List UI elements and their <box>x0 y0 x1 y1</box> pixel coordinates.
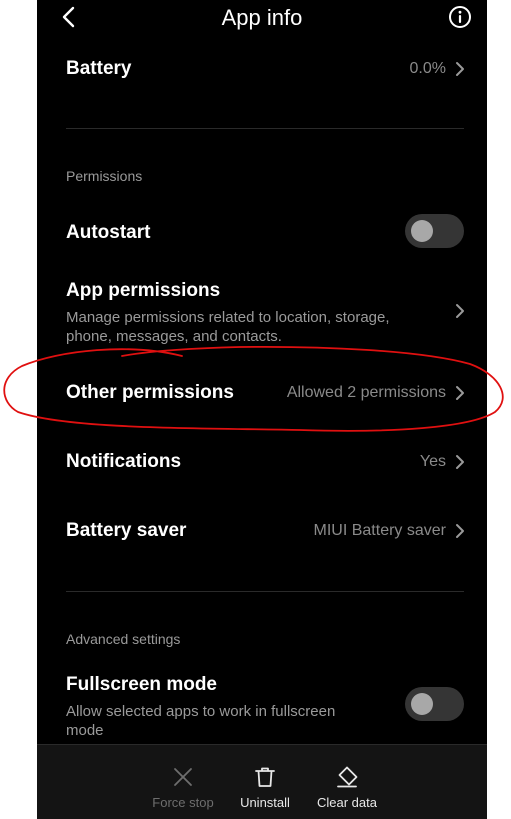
battery-saver-row[interactable]: Battery saver MIUI Battery saver <box>37 511 487 551</box>
fullscreen-toggle[interactable] <box>405 687 464 721</box>
battery-value: 0.0% <box>409 60 446 77</box>
info-button[interactable] <box>448 5 472 29</box>
other-permissions-value: Allowed 2 permissions <box>286 384 446 401</box>
header: App info <box>37 0 487 36</box>
battery-saver-title: Battery saver <box>66 520 187 541</box>
uninstall-button[interactable]: Uninstall <box>225 745 305 819</box>
uninstall-label: Uninstall <box>240 795 290 810</box>
other-permissions-title: Other permissions <box>66 382 234 403</box>
force-stop-button[interactable]: Force stop <box>143 745 223 819</box>
page-title: App info <box>221 5 303 30</box>
fullscreen-description: Allow selected apps to work in fullscree… <box>66 703 336 739</box>
app-info-screen: App info Battery 0.0% Permissions Autost… <box>37 0 487 819</box>
close-icon <box>174 768 192 786</box>
other-permissions-row[interactable]: Other permissions Allowed 2 permissions <box>37 372 487 412</box>
bottom-action-bar: Force stop Uninstall Clear data <box>37 744 487 819</box>
chevron-right-icon <box>456 386 464 400</box>
app-permissions-row[interactable]: App permissions Manage permissions relat… <box>37 270 487 350</box>
divider <box>66 128 464 129</box>
notifications-title: Notifications <box>66 451 182 472</box>
notifications-value: Yes <box>419 453 446 470</box>
toggle-knob <box>411 693 433 715</box>
app-permissions-title: App permissions <box>66 280 221 301</box>
autostart-toggle[interactable] <box>405 214 464 248</box>
eraser-icon <box>337 766 358 788</box>
app-permissions-description: Manage permissions related to location, … <box>66 309 390 345</box>
force-stop-label: Force stop <box>152 795 214 810</box>
chevron-right-icon <box>456 62 464 76</box>
battery-saver-value: MIUI Battery saver <box>313 522 446 539</box>
chevron-right-icon <box>456 524 464 538</box>
chevron-right-icon <box>456 455 464 469</box>
fullscreen-row[interactable]: Fullscreen mode Allow selected apps to w… <box>37 665 487 741</box>
chevron-right-icon <box>456 304 464 318</box>
fullscreen-title: Fullscreen mode <box>66 674 217 695</box>
toggle-knob <box>411 220 433 242</box>
autostart-row[interactable]: Autostart <box>37 210 487 254</box>
info-circle-icon <box>449 6 471 28</box>
advanced-section-label: Advanced settings <box>66 631 181 647</box>
notifications-row[interactable]: Notifications Yes <box>37 442 487 482</box>
clear-data-button[interactable]: Clear data <box>307 745 387 819</box>
battery-title: Battery <box>66 58 132 79</box>
autostart-title: Autostart <box>66 222 151 243</box>
clear-data-label: Clear data <box>317 795 377 810</box>
battery-row[interactable]: Battery 0.0% <box>37 50 487 90</box>
trash-icon <box>255 767 275 787</box>
divider <box>66 591 464 592</box>
permissions-section-label: Permissions <box>66 168 143 184</box>
